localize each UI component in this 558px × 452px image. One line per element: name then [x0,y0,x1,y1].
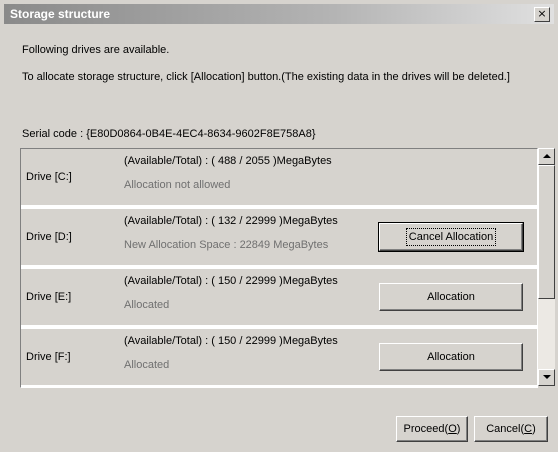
drive-status: Allocated [124,359,170,371]
vertical-scrollbar[interactable] [538,148,555,386]
scroll-up-button[interactable] [538,148,555,165]
drive-status: New Allocation Space : 22849 MegaBytes [124,239,329,251]
button-label: Allocation [427,351,475,363]
proceed-button[interactable]: Proceed(O) [396,416,468,442]
scroll-down-button[interactable] [538,369,555,386]
drive-name: Drive [F:] [26,351,71,363]
drive-row-d: Drive [D:] (Available/Total) : ( 132 / 2… [21,209,537,267]
title-bar: Storage structure × [4,4,554,24]
drive-row-e: Drive [E:] (Available/Total) : ( 150 / 2… [21,269,537,327]
drive-space-info: (Available/Total) : ( 488 / 2055 )MegaBy… [124,155,332,167]
drive-list: Drive [C:] (Available/Total) : ( 488 / 2… [20,148,538,388]
drive-space-info: (Available/Total) : ( 150 / 22999 )MegaB… [124,335,338,347]
drive-name: Drive [D:] [26,231,72,243]
proceed-label: Proceed [403,423,445,435]
cancel-mnemonic: C [524,423,533,435]
drive-row-f: Drive [F:] (Available/Total) : ( 150 / 2… [21,329,537,387]
scroll-thumb[interactable] [538,165,555,299]
close-icon: × [537,7,547,20]
drive-name: Drive [C:] [26,171,72,183]
proceed-mnemonic: O [448,423,457,435]
arrow-down-icon [543,375,551,379]
cancel-allocation-button[interactable]: Cancel Allocation [378,222,524,252]
storage-structure-dialog: Storage structure × Following drives are… [0,0,558,452]
drive-space-info: (Available/Total) : ( 150 / 22999 )MegaB… [124,275,338,287]
allocation-button[interactable]: Allocation [379,283,523,311]
cancel-button[interactable]: Cancel(C) [474,416,548,442]
arrow-up-icon [543,154,551,158]
close-button[interactable]: × [534,7,550,22]
allocation-instruction: To allocate storage structure, click [Al… [22,71,510,83]
available-drives-message: Following drives are available. [22,44,170,56]
button-label: Cancel Allocation [405,228,497,246]
drive-name: Drive [E:] [26,291,72,303]
drive-status: Allocated [124,299,170,311]
drive-row-c: Drive [C:] (Available/Total) : ( 488 / 2… [21,149,537,207]
drive-space-info: (Available/Total) : ( 132 / 22999 )MegaB… [124,215,338,227]
cancel-label: Cancel [486,423,521,435]
button-label: Allocation [427,291,475,303]
window-title: Storage structure [10,7,111,21]
allocation-button[interactable]: Allocation [379,343,523,371]
drive-status: Allocation not allowed [124,179,231,191]
serial-code: Serial code : {E80D0864-0B4E-4EC4-8634-9… [22,128,316,140]
